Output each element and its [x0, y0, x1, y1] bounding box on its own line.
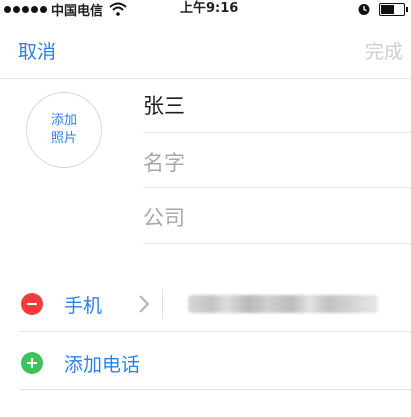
- battery-icon: [379, 2, 408, 16]
- field-divider: [143, 132, 411, 133]
- status-right: [357, 1, 408, 17]
- phone-number-field[interactable]: [188, 295, 378, 313]
- company-field[interactable]: 公司: [143, 196, 411, 240]
- field-divider: [143, 187, 411, 188]
- carrier-name: 中国电信: [51, 3, 104, 19]
- add-photo-line1: 添加: [50, 113, 77, 128]
- navigation-bar: 取消 完成: [0, 18, 411, 78]
- status-left: 中国电信: [4, 0, 127, 19]
- status-time: 上午9:16: [180, 1, 239, 16]
- chevron-right-icon[interactable]: [138, 294, 150, 314]
- phone-type-label[interactable]: 手机: [64, 291, 102, 318]
- phone-row: 手机: [0, 281, 411, 327]
- nav-divider: [0, 78, 411, 79]
- add-phone-row[interactable]: 添加电话: [0, 340, 411, 386]
- wifi-icon: [109, 2, 127, 16]
- add-photo-button[interactable]: 添加 照片: [26, 92, 102, 168]
- add-phone-divider: [20, 389, 411, 390]
- cancel-button[interactable]: 取消: [18, 37, 56, 64]
- add-photo-line2: 照片: [50, 131, 77, 146]
- alarm-icon: [358, 4, 370, 15]
- done-button[interactable]: 完成: [365, 37, 403, 64]
- signal-strength-icon: [4, 5, 47, 13]
- status-bar: 中国电信 上午9:16: [0, 0, 411, 19]
- first-name-field[interactable]: 名字: [143, 141, 411, 185]
- field-divider: [143, 243, 411, 244]
- phone-divider: [20, 331, 411, 332]
- add-photo-label: 添加 照片: [51, 112, 77, 148]
- phone-divider-vertical: [162, 289, 163, 319]
- add-phone-label: 添加电话: [64, 354, 141, 376]
- add-phone-icon[interactable]: [21, 352, 43, 374]
- remove-phone-button[interactable]: [21, 293, 43, 315]
- last-name-field[interactable]: 张三: [143, 84, 411, 128]
